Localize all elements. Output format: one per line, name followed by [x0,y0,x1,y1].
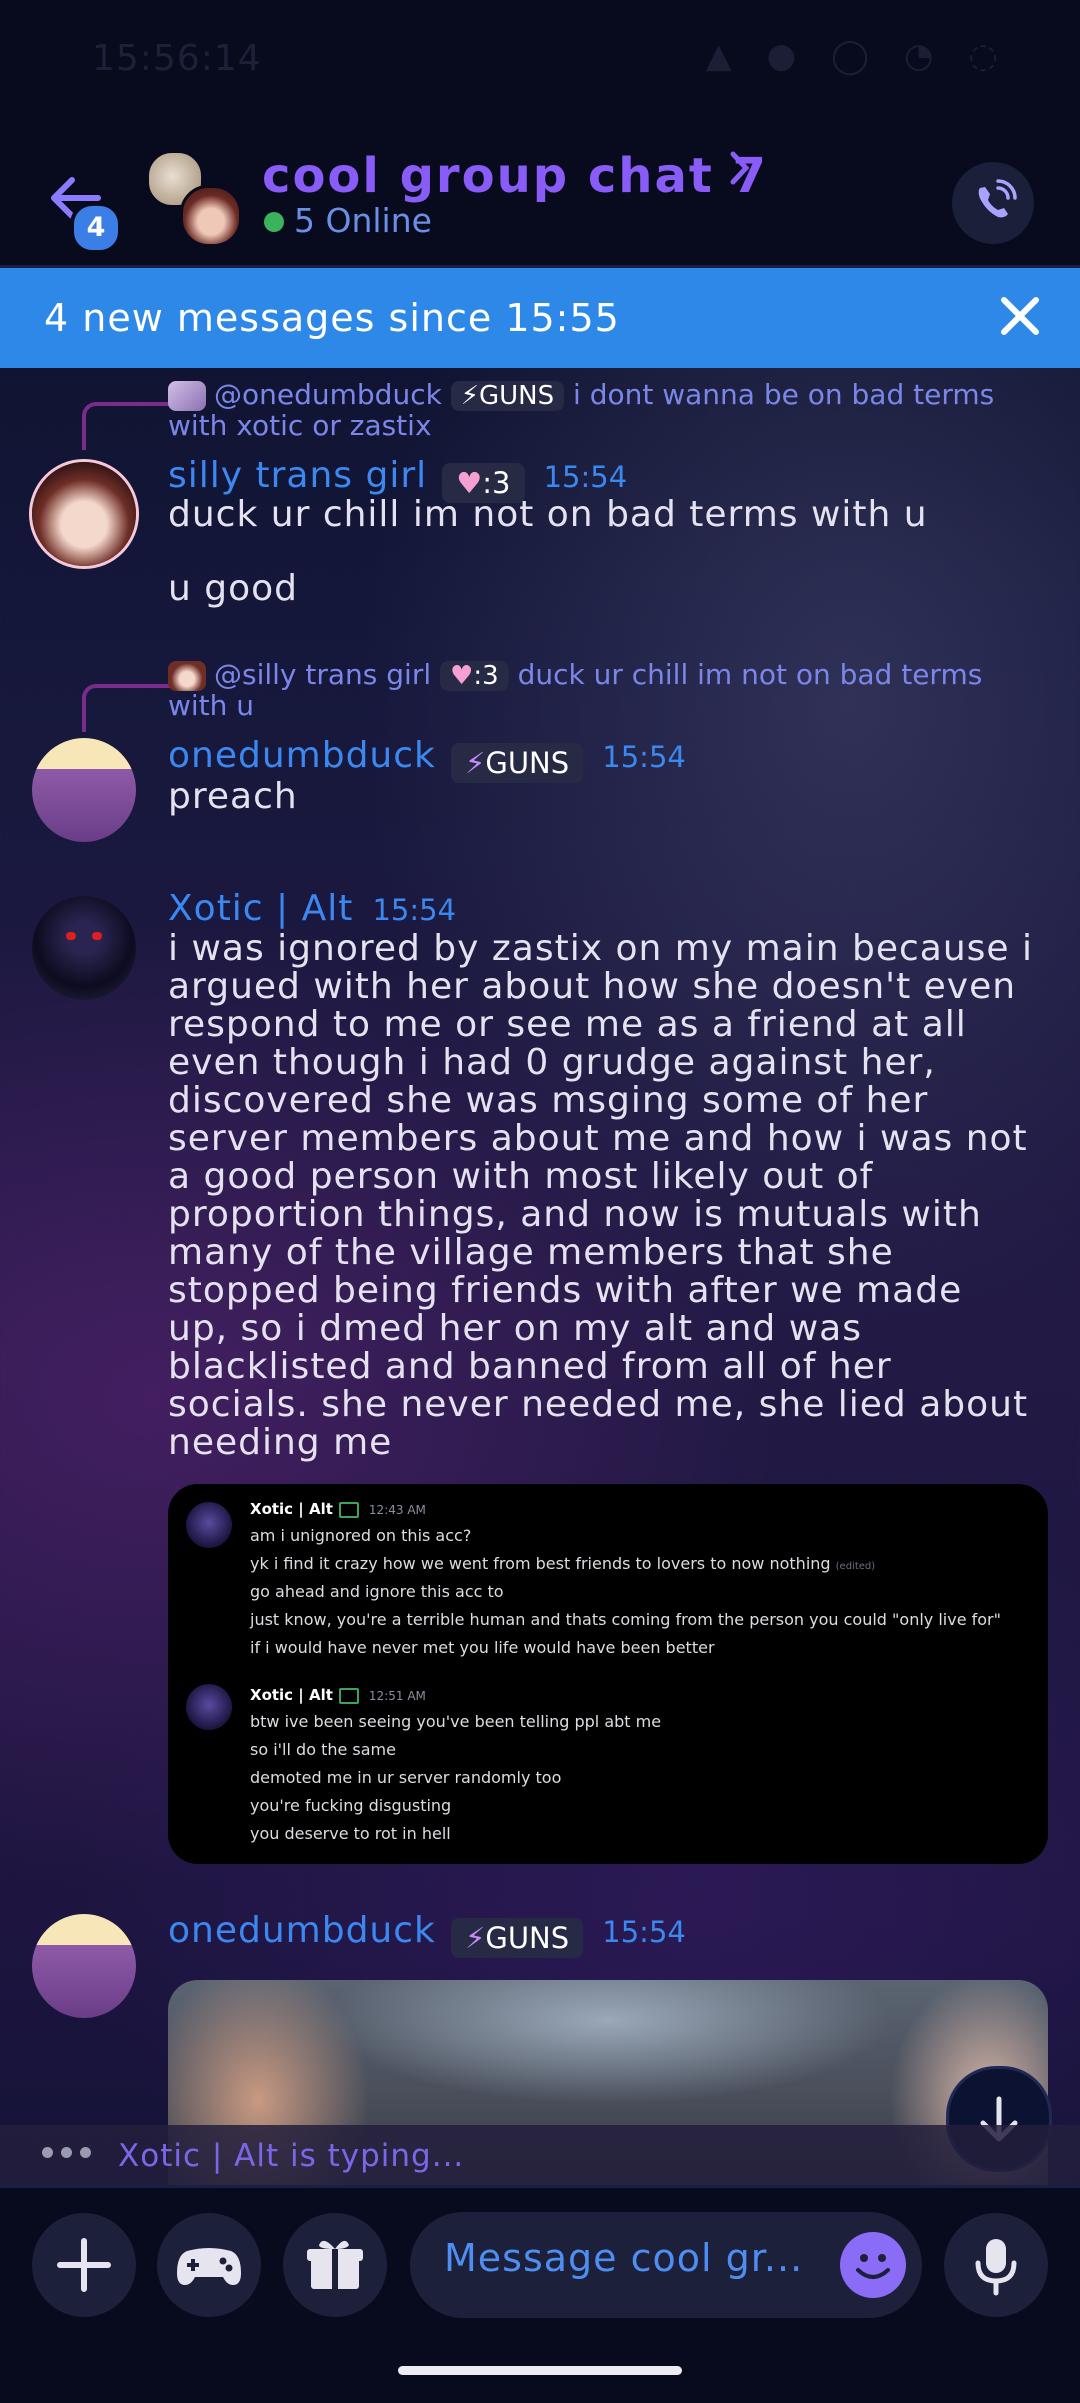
embed-avatar [186,1502,232,1548]
reply-avatar [168,381,206,411]
reply-user: @onedumbduck [214,378,442,411]
gift-button[interactable] [283,2213,387,2317]
message-time: 15:54 [602,740,686,774]
embed-line: yk i find it crazy how we went from best… [250,1554,876,1573]
author-name[interactable]: Xotic | Alt [168,888,353,929]
message-line: a good person with most likely out of [168,1156,874,1197]
guild-tag: ♥:3 [440,661,509,691]
add-attachment-button[interactable] [32,2213,136,2317]
message-line: argued with her about how she doesn't ev… [168,966,1017,1007]
message-placeholder: Message cool gr... [444,2236,804,2280]
message-line: many of the village members that she [168,1232,894,1273]
status-bar: 15:56:14 ▲ ● ◯ ◔ ◌ [0,0,1080,130]
chat-title[interactable]: cool group chat 7 [262,148,768,204]
embed-line: demoted me in ur server randomly too [250,1768,562,1787]
author-name[interactable]: onedumbduck [168,735,436,776]
embed-author: Xotic | Alt 12:51 AM [250,1686,426,1704]
reply-connector [82,684,172,732]
message-text: u good [168,568,299,609]
author-name[interactable]: silly trans girl [168,455,427,496]
message-header: onedumbduck ⚡GUNS 15:54 [168,1910,686,1958]
avatar[interactable] [32,1914,136,2018]
message-line: needing me [168,1422,393,1463]
embed-avatar [186,1684,232,1730]
call-button[interactable] [952,162,1034,244]
guild-tag: ⚡GUNS [450,742,584,783]
reply-avatar [168,661,206,691]
message-line: stopped being friends with after we made [168,1270,963,1311]
message-line: socials. she never needed me, she lied a… [168,1384,1029,1425]
chevron-right-icon[interactable] [728,148,752,198]
microphone-icon [975,2239,1017,2296]
message-line: even though i had 0 grudge against her, [168,1042,936,1083]
guild-tag: ⚡GUNS [450,381,565,411]
online-count: 5 Online [294,201,432,240]
avatar[interactable] [32,462,136,566]
typing-text: Xotic | Alt is typing... [118,2138,465,2174]
new-messages-text: 4 new messages since 15:55 [44,296,620,340]
monitor-icon [338,1687,359,1704]
message-time: 15:54 [602,1915,686,1949]
avatar-eyes [66,932,76,940]
typing-dots-icon [42,2143,99,2162]
guild-tag: ⚡GUNS [450,1917,584,1958]
message-line: server members about me and how i was no… [168,1118,1028,1159]
message-header: Xotic | Alt 15:54 [168,888,456,929]
embed-line: btw ive been seeing you've been telling … [250,1712,662,1731]
message-line: i was ignored by zastix on my main becau… [168,928,1033,969]
message-line: respond to me or see me as a friend at a… [168,1004,967,1045]
monitor-icon [338,1501,359,1518]
chat-header: 4 cool group chat 7 5 Online [0,130,1080,268]
unread-badge: 4 [70,202,122,254]
gamepad-icon [177,2248,241,2285]
message-line: discovered she was msging some of her [168,1080,929,1121]
message-text: duck ur chill im not on bad terms with u [168,494,928,535]
reply-preview[interactable]: @silly trans girl ♥:3 duck ur chill im n… [168,660,1048,721]
message-line: blacklisted and banned from all of her [168,1346,892,1387]
embed-author: Xotic | Alt 12:43 AM [250,1500,426,1518]
emoji-button[interactable] [840,2232,906,2298]
reply-connector [82,402,172,450]
group-avatar [180,185,242,247]
emoji-icon [856,2254,890,2279]
plus-icon [57,2238,111,2292]
screenshot-attachment[interactable]: Xotic | Alt 12:43 AM am i unignored on th… [168,1484,1048,1864]
typing-indicator: Xotic | Alt is typing... [0,2125,1080,2185]
home-indicator[interactable] [398,2366,682,2375]
message-text-block: i was ignored by zastix on my main becau… [168,930,1068,1462]
embed-line: you deserve to rot in hell [250,1824,451,1843]
status-time: 15:56:14 [92,38,262,79]
embed-line: so i'll do the same [250,1740,396,1759]
embed-line: am i unignored on this acc? [250,1526,472,1545]
avatar-eyes [92,932,102,940]
author-name[interactable]: onedumbduck [168,1910,436,1951]
phone-call-icon [978,179,1017,218]
close-icon[interactable] [990,286,1050,346]
message-time: 15:54 [372,893,457,927]
embed-line: if i would have never met you life would… [250,1638,715,1657]
embed-line: just know, you're a terrible human and t… [250,1610,1001,1629]
message-line: up, so i dmed her on my alt and was [168,1308,862,1349]
embed-line: go ahead and ignore this acc to [250,1582,504,1601]
online-indicator [264,212,284,232]
status-icons: ▲ ● ◯ ◔ ◌ [705,36,1010,76]
voice-message-button[interactable] [944,2213,1048,2317]
avatar[interactable] [32,738,136,842]
reply-preview[interactable]: @onedumbduck ⚡GUNS i dont wanna be on ba… [168,380,1048,441]
embed-line: you're fucking disgusting [250,1796,452,1815]
avatar[interactable] [32,896,136,1000]
message-line: proportion things, and now is mutuals wi… [168,1194,982,1235]
gift-icon [307,2240,363,2289]
message-time: 15:54 [543,460,628,494]
activities-button[interactable] [157,2213,261,2317]
reply-user: @silly trans girl [214,658,432,691]
new-messages-banner[interactable]: 4 new messages since 15:55 [0,268,1080,368]
message-text: preach [168,776,298,817]
